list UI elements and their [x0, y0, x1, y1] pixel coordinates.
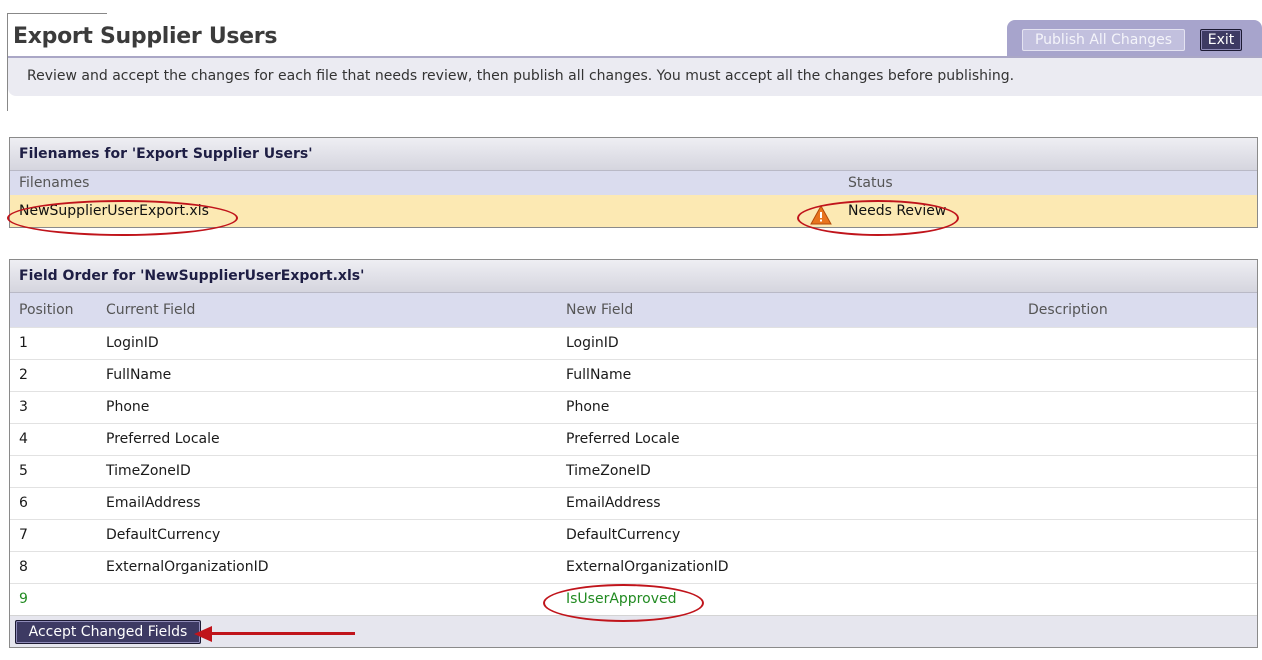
current-field-cell: FullName — [106, 367, 172, 383]
new-field-cell: DefaultCurrency — [566, 527, 681, 543]
current-field-cell: EmailAddress — [106, 495, 201, 511]
current-field-cell: TimeZoneID — [106, 463, 191, 479]
position-cell: 9 — [19, 591, 28, 607]
new-field-cell: ExternalOrganizationID — [566, 559, 729, 575]
table-row: 3 Phone Phone — [10, 391, 1257, 423]
current-field-cell: Preferred Locale — [106, 431, 220, 447]
position-cell: 8 — [19, 559, 28, 575]
exit-button[interactable]: Exit — [1200, 29, 1242, 51]
field-order-panel-header: Field Order for 'NewSupplierUserExport.x… — [10, 260, 1257, 293]
position-cell: 7 — [19, 527, 28, 543]
column-header-status: Status — [848, 175, 893, 191]
filenames-panel-header: Filenames for 'Export Supplier Users' — [10, 138, 1257, 171]
table-row: 1 LoginID LoginID — [10, 327, 1257, 359]
table-row: 5 TimeZoneID TimeZoneID — [10, 455, 1257, 487]
table-row-changed: 9 IsUserApproved — [10, 583, 1257, 615]
table-row: 7 DefaultCurrency DefaultCurrency — [10, 519, 1257, 551]
table-row: 8 ExternalOrganizationID ExternalOrganiz… — [10, 551, 1257, 583]
new-field-cell: FullName — [566, 367, 632, 383]
page-frame-line — [7, 13, 107, 14]
accept-changed-fields-button[interactable]: Accept Changed Fields — [15, 620, 201, 644]
publish-all-changes-button[interactable]: Publish All Changes — [1022, 29, 1185, 51]
table-row: 2 FullName FullName — [10, 359, 1257, 391]
position-cell: 4 — [19, 431, 28, 447]
warning-icon — [810, 205, 832, 225]
column-header-position: Position — [19, 302, 74, 318]
position-cell: 2 — [19, 367, 28, 383]
file-row[interactable]: NewSupplierUserExport.xls Needs Review — [10, 195, 1257, 227]
current-field-cell: Phone — [106, 399, 150, 415]
position-cell: 1 — [19, 335, 28, 351]
filenames-column-header: Filenames Status — [10, 171, 1257, 195]
new-field-cell: Phone — [566, 399, 610, 415]
new-field-cell: EmailAddress — [566, 495, 661, 511]
page-title: Export Supplier Users — [13, 24, 278, 49]
column-header-current-field: Current Field — [106, 302, 196, 318]
position-cell: 5 — [19, 463, 28, 479]
instructions-text: Review and accept the changes for each f… — [8, 58, 1262, 96]
field-order-panel: Field Order for 'NewSupplierUserExport.x… — [9, 259, 1258, 648]
new-field-cell: Preferred Locale — [566, 431, 680, 447]
field-order-column-header: Position Current Field New Field Descrip… — [10, 293, 1257, 327]
new-field-cell: TimeZoneID — [566, 463, 651, 479]
table-row: 6 EmailAddress EmailAddress — [10, 487, 1257, 519]
column-header-new-field: New Field — [566, 302, 634, 318]
position-cell: 6 — [19, 495, 28, 511]
column-header-description: Description — [1028, 302, 1108, 318]
annotation-arrow-line — [210, 632, 355, 635]
filenames-panel: Filenames for 'Export Supplier Users' Fi… — [9, 137, 1258, 228]
new-field-cell: LoginID — [566, 335, 619, 351]
current-field-cell: DefaultCurrency — [106, 527, 221, 543]
new-field-cell: IsUserApproved — [566, 591, 677, 607]
filename-link[interactable]: NewSupplierUserExport.xls — [19, 195, 209, 227]
position-cell: 3 — [19, 399, 28, 415]
current-field-cell: ExternalOrganizationID — [106, 559, 269, 575]
file-status-text: Needs Review — [848, 203, 947, 219]
current-field-cell: LoginID — [106, 335, 159, 351]
table-row: 4 Preferred Locale Preferred Locale — [10, 423, 1257, 455]
column-header-filenames: Filenames — [19, 175, 90, 191]
